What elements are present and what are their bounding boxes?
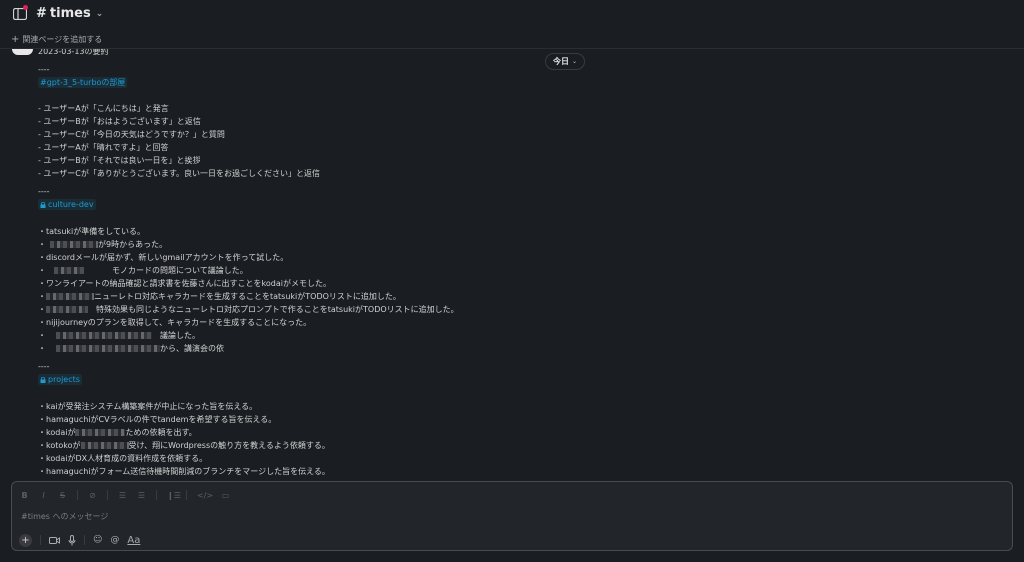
list-item: ・ モノカードの問題について議論した。 [38, 265, 248, 277]
list-item-prefix: ・kodaiが [38, 428, 76, 437]
channel-name: culture-dev [48, 200, 94, 209]
bullet-list-icon[interactable]: ☰ [137, 491, 146, 500]
lock-icon [40, 377, 46, 383]
channel-header: # times ⌄ [0, 0, 1024, 30]
separator: ---- [38, 187, 50, 196]
redacted-text [75, 429, 126, 436]
list-item: - ユーザーBが「それでは良い一日を」と挨拶 [38, 156, 201, 165]
notification-dot [23, 5, 28, 10]
list-item-text: 議論した。 [160, 331, 200, 340]
channel-hash-icon: # [36, 6, 47, 21]
list-item: - ユーザーAが「晴れですよ」と回答 [38, 143, 169, 152]
bullet: ・ [38, 305, 46, 314]
list-item-text: ニューレトロ対応キャラカードを生成することをtatsukiがTODOリストに追加… [94, 292, 401, 301]
list-item: ・ ニューレトロ対応キャラカードを生成することをtatsukiがTODOリストに追… [38, 291, 401, 303]
divider [107, 490, 108, 500]
code-icon[interactable]: </> [197, 491, 213, 500]
list-item-text: が9時からあった。 [98, 240, 168, 249]
divider [84, 535, 85, 545]
list-item: ・kodaiが ための依頼を出す。 [38, 427, 197, 439]
list-item: - ユーザーAが「こんにちは」と発言 [38, 104, 169, 113]
channel-name: times [49, 6, 91, 21]
bullet: ・ [38, 344, 46, 353]
list-item-prefix: ・kotokoが [38, 441, 81, 450]
list-item-text: 特殊効果も同じようなニューレトロ対応プロンプトで作ることをtatsukiがTOD… [96, 305, 459, 314]
divider [77, 490, 78, 500]
bullet: ・ [38, 240, 46, 249]
summary-title: 2023-03-13の要約 [38, 49, 109, 56]
add-attachment-button[interactable]: + [19, 533, 32, 547]
lock-icon [40, 202, 46, 208]
list-item: ・kotokoが 受け、翔にWordpressの触り方を教えるよう依頼する。 [38, 440, 330, 452]
microphone-icon[interactable] [68, 534, 76, 546]
list-item: ・ が9時からあった。 [38, 239, 167, 251]
redacted-text [46, 306, 88, 313]
list-item-text: ための依頼を出す。 [125, 428, 197, 437]
redacted-text [50, 241, 98, 248]
channel-title-button[interactable]: # times ⌄ [36, 6, 103, 21]
list-item: ・nijijourneyのプランを取得して、キャラカードを生成することになった。 [38, 318, 312, 327]
emoji-icon[interactable]: ☺ [93, 535, 102, 545]
channel-link[interactable]: projects [38, 374, 82, 385]
redacted-text [54, 267, 84, 274]
list-item: ・ 議論した。 [38, 330, 200, 342]
text-format-button[interactable]: Aa [127, 535, 140, 546]
blockquote-icon[interactable]: ❙☰ [167, 491, 181, 500]
list-item-text: モノカードの問題について議論した。 [112, 266, 248, 275]
divider [40, 535, 41, 545]
list-item: ・ワンライアートの納品確認と請求書を佐藤さんに出すことをkodaiがメモした。 [38, 279, 331, 288]
list-item: - ユーザーBが「おはようございます」と返信 [38, 117, 201, 126]
list-item-text: 受け、翔にWordpressの触り方を教えるよう依頼する。 [128, 441, 330, 450]
divider [156, 490, 157, 500]
list-item: ・hamaguchiがCVラベルの件でtandemを希望する旨を伝える。 [38, 415, 277, 424]
avatar[interactable] [12, 49, 33, 55]
list-item: ・discordメールが届かず、新しいgmailアカウントを作って試した。 [38, 253, 289, 262]
list-item: ・kaiが受発注システム構築案件が中止になった旨を伝える。 [38, 402, 258, 411]
chevron-down-icon: ⌄ [95, 8, 104, 19]
date-label: 今日 [552, 57, 569, 66]
add-bookmark-button[interactable]: + 関連ページを追加する [0, 30, 1024, 49]
bold-icon[interactable]: B [20, 491, 29, 500]
code-block-icon[interactable]: ▭ [221, 491, 230, 500]
italic-icon[interactable]: I [39, 491, 48, 500]
date-divider-button[interactable]: 今日 ⌄ [545, 53, 585, 70]
list-item: - ユーザーCが「今日の天気はどうですか？」と質問 [38, 130, 225, 139]
list-item-text: から、講演会の依 [160, 344, 224, 353]
channel-link[interactable]: culture-dev [38, 199, 96, 210]
message-list[interactable]: 今日 ⌄ 2023-03-13の要約 ---- #gpt-3_5-turboの部… [0, 49, 1024, 480]
separator: ---- [38, 65, 50, 74]
list-item: ・tatsukiが準備をしている。 [38, 227, 146, 236]
add-bookmark-label: 関連ページを追加する [22, 34, 103, 44]
list-item: ・ 特殊効果も同じようなニューレトロ対応プロンプトで作ることをtatsukiがTO… [38, 304, 459, 316]
plus-icon: + [21, 534, 30, 546]
channel-name: projects [48, 375, 80, 384]
composer-tools: + ☺ @ Aa [19, 533, 140, 547]
link-icon[interactable]: ⊘ [88, 491, 97, 500]
message-input[interactable]: #times へのメッセージ [21, 511, 108, 522]
formatting-toolbar: B I S ⊘ ☰ ☰ ❙☰ </> ▭ [20, 489, 230, 501]
redacted-text [56, 332, 152, 339]
list-item: ・kodaiがDX人材育成の資料作成を依頼する。 [38, 454, 208, 463]
chevron-down-icon: ⌄ [571, 58, 578, 65]
video-icon[interactable] [49, 536, 60, 545]
separator: ---- [38, 362, 50, 371]
list-item: ・ から、講演会の依 [38, 343, 224, 355]
list-item: ・hamaguchiがフォーム送信待機時間削減のブランチをマージした旨を伝える。 [38, 467, 330, 476]
message-composer[interactable]: B I S ⊘ ☰ ☰ ❙☰ </> ▭ #times へのメッセージ + ☺ … [11, 481, 1013, 551]
bullet: ・ [38, 292, 46, 301]
bullet: ・ [38, 266, 46, 275]
mention-icon[interactable]: @ [110, 535, 119, 545]
plus-icon: + [11, 33, 20, 45]
list-item: - ユーザーCが「ありがとうございます。良い一日をお過ごしください」と返信 [38, 169, 321, 178]
ordered-list-icon[interactable]: ☰ [118, 491, 127, 500]
bullet: ・ [38, 331, 46, 340]
strikethrough-icon[interactable]: S [58, 491, 67, 500]
divider [186, 490, 187, 500]
redacted-text [46, 293, 94, 300]
redacted-text [80, 442, 129, 449]
channel-link[interactable]: #gpt-3_5-turboの部屋 [38, 77, 128, 88]
redacted-text [56, 345, 160, 352]
